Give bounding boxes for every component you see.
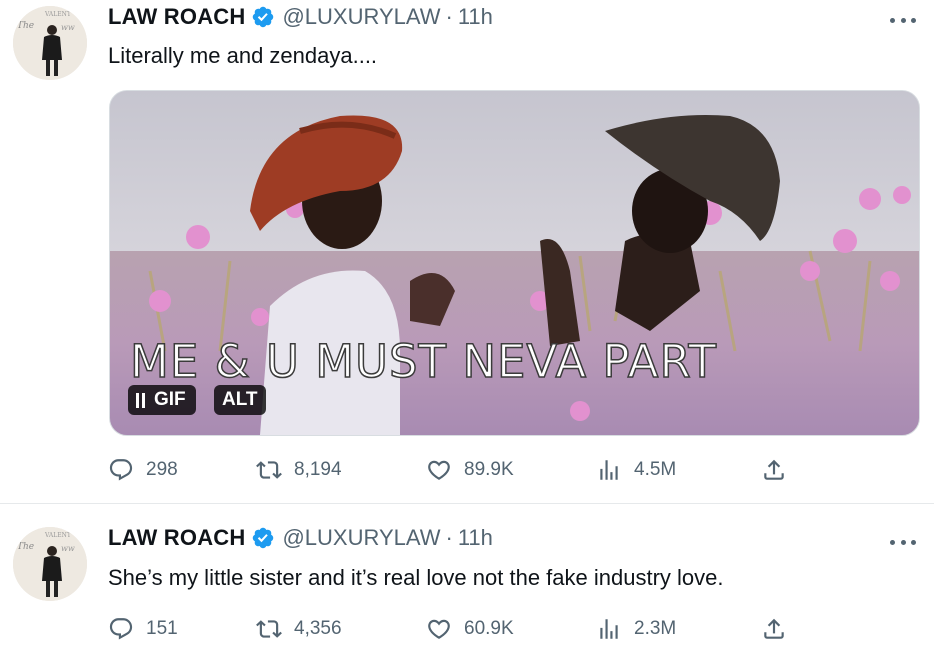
- share-icon: [764, 459, 784, 480]
- avatar[interactable]: The VALENT ww: [13, 527, 87, 601]
- verified-badge-icon: [251, 5, 275, 29]
- tweet-header: LAW ROACH @LUXURYLAW · 11h: [108, 525, 493, 551]
- tweet-actions: 298 8,194 89.9K 4.5M: [108, 457, 788, 483]
- gif-pause-button[interactable]: GIF: [128, 385, 196, 415]
- reply-count: 298: [146, 459, 178, 480]
- views-button[interactable]: 4.5M: [596, 457, 761, 483]
- reply-button[interactable]: 298: [108, 457, 256, 483]
- gif-caption: ME & U MUST NEVA PART: [129, 334, 717, 389]
- tweet-1[interactable]: The VALENT ww LAW ROACH @LUXURYLAW · 11h…: [0, 0, 934, 503]
- author-name[interactable]: LAW ROACH: [108, 4, 245, 30]
- author-name[interactable]: LAW ROACH: [108, 525, 245, 551]
- alt-label: ALT: [222, 389, 258, 410]
- more-icon[interactable]: [890, 14, 916, 26]
- views-icon: [600, 460, 618, 480]
- reply-count: 151: [146, 618, 178, 639]
- retweet-button[interactable]: 8,194: [256, 457, 426, 483]
- svg-text:VALENT: VALENT: [44, 11, 71, 18]
- timestamp[interactable]: 11h: [458, 4, 493, 30]
- more-icon[interactable]: [890, 536, 916, 548]
- tweet-actions: 151 4,356 60.9K 2.3M: [108, 616, 788, 642]
- reply-button[interactable]: 151: [108, 616, 256, 642]
- svg-text:VALENT: VALENT: [44, 532, 71, 539]
- views-count: 2.3M: [634, 618, 677, 639]
- timestamp[interactable]: 11h: [458, 525, 493, 551]
- views-button[interactable]: 2.3M: [596, 616, 761, 642]
- alt-text-button[interactable]: ALT: [214, 385, 266, 415]
- tweet-text: She’s my little sister and it’s real lov…: [108, 565, 724, 590]
- share-button[interactable]: [761, 457, 787, 483]
- reply-icon: [109, 618, 133, 640]
- reply-icon: [109, 459, 133, 481]
- retweet-icon: [256, 461, 282, 479]
- like-count: 60.9K: [464, 618, 514, 639]
- author-handle[interactable]: @LUXURYLAW: [282, 525, 440, 551]
- svg-text:ww: ww: [61, 544, 75, 553]
- pause-icon: [136, 392, 145, 408]
- heart-icon: [428, 619, 450, 639]
- retweet-count: 8,194: [294, 459, 342, 480]
- gif-media[interactable]: ME & U MUST NEVA PART GIF ALT: [109, 90, 920, 436]
- views-icon: [600, 619, 618, 639]
- avatar[interactable]: The VALENT ww: [13, 6, 87, 80]
- like-button[interactable]: 60.9K: [426, 616, 596, 642]
- retweet-icon: [256, 620, 282, 638]
- tweet-text: Literally me and zendaya....: [108, 43, 378, 68]
- svg-text:The: The: [17, 21, 34, 31]
- separator: ·: [445, 525, 453, 550]
- gif-label: GIF: [154, 389, 186, 410]
- like-count: 89.9K: [464, 459, 514, 480]
- like-button[interactable]: 89.9K: [426, 457, 596, 483]
- svg-text:ww: ww: [61, 23, 75, 32]
- retweet-button[interactable]: 4,356: [256, 616, 426, 642]
- svg-text:The: The: [17, 542, 34, 552]
- tweet-header: LAW ROACH @LUXURYLAW · 11h: [108, 4, 493, 30]
- verified-badge-icon: [251, 526, 275, 550]
- tweet-2[interactable]: The VALENT ww LAW ROACH @LUXURYLAW · 11h…: [0, 503, 934, 660]
- author-handle[interactable]: @LUXURYLAW: [282, 4, 440, 30]
- separator: ·: [445, 4, 453, 29]
- views-count: 4.5M: [634, 459, 677, 480]
- share-button[interactable]: [761, 616, 787, 642]
- share-icon: [764, 618, 784, 639]
- heart-icon: [428, 460, 450, 480]
- retweet-count: 4,356: [294, 618, 342, 639]
